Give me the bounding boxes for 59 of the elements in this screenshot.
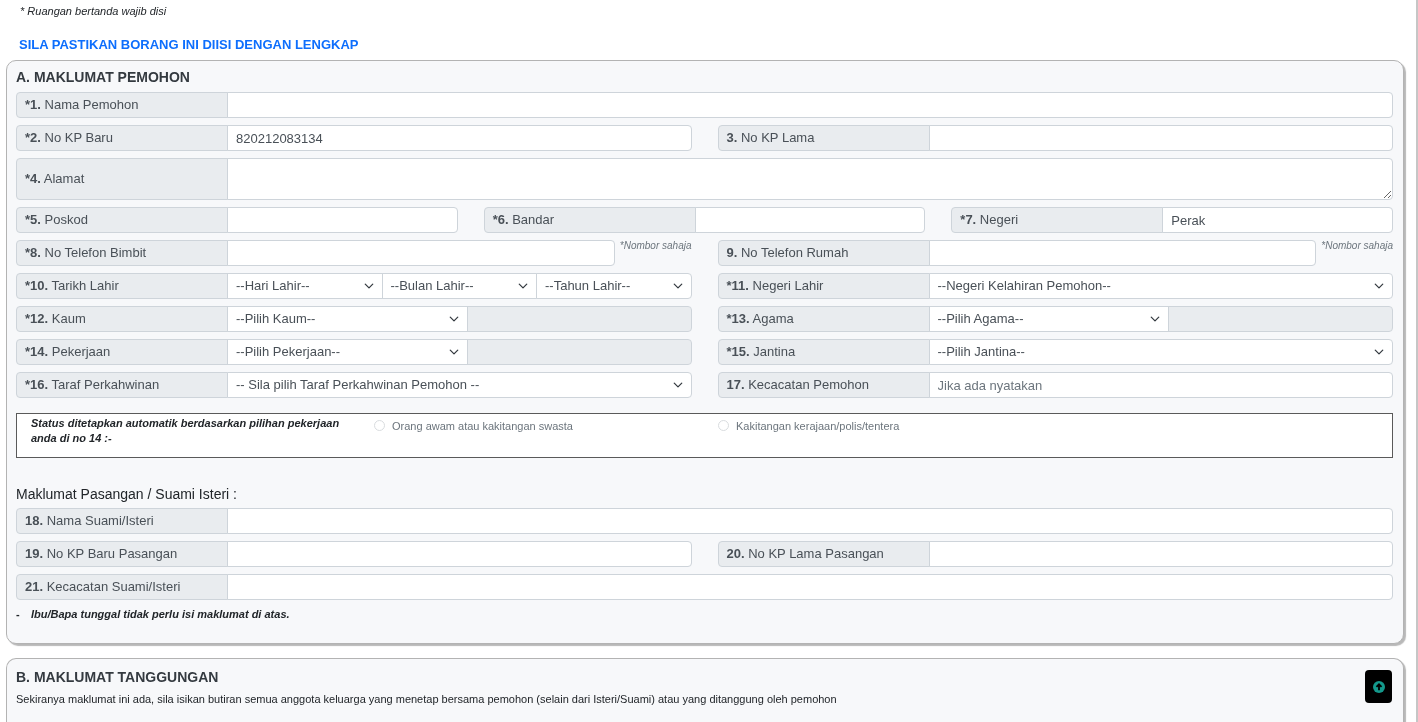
text-field[interactable]: [227, 240, 615, 266]
dropdown-field[interactable]: --Hari Lahir--: [227, 273, 383, 299]
scroll-to-top-button[interactable]: [1365, 670, 1392, 703]
field-label: *15. Jantina: [717, 339, 930, 365]
text-field[interactable]: [928, 541, 1393, 567]
field-label: 21. Kecacatan Suami/Isteri: [16, 574, 228, 600]
text-field[interactable]: [227, 508, 1393, 534]
dropdown-field[interactable]: --Negeri Kelahiran Pemohon--: [928, 273, 1393, 299]
dropdown-field[interactable]: -- Sila pilih Taraf Perkahwinan Pemohon --: [227, 372, 692, 398]
arrow-up-circle-icon: [1372, 680, 1385, 693]
dropdown-field[interactable]: --Pilih Pekerjaan--: [227, 339, 468, 365]
form-heading: SILA PASTIKAN BORANG INI DIISI DENGAN LENGKAP: [19, 37, 359, 53]
text-field[interactable]: [227, 541, 692, 567]
field-label: *10. Tarikh Lahir: [16, 273, 228, 299]
dropdown-field[interactable]: --Pilih Jantina--: [928, 339, 1393, 365]
field-label: *5. Poskod: [16, 207, 228, 233]
field-label: *16. Taraf Perkahwinan: [16, 372, 228, 398]
field-label: *6. Bandar: [483, 207, 696, 233]
hint-text: *Nombor sahaja: [619, 239, 692, 253]
text-field[interactable]: Perak: [1162, 207, 1393, 233]
text-field[interactable]: [227, 207, 458, 233]
field-label: *8. No Telefon Bimbit: [16, 240, 228, 266]
section-description: Sekiranya maklumat ini ada, sila isikan butiran semua anggota keluarga yang menetap bersama pemohon (selain dari Isteri/Suami) atau yang ditanggung oleh pemohon: [16, 692, 837, 706]
text-field[interactable]: [227, 574, 1393, 600]
section-title: B. MAKLUMAT TANGGUNGAN: [16, 668, 220, 686]
dropdown-field[interactable]: --Pilih Kaum--: [227, 306, 468, 332]
text-field[interactable]: [694, 207, 926, 233]
field-label: *13. Agama: [717, 306, 930, 332]
dropdown-field[interactable]: --Tahun Lahir--: [536, 273, 692, 299]
field-label: 18. Nama Suami/Isteri: [16, 508, 228, 534]
field-label: 9. No Telefon Rumah: [717, 240, 930, 266]
field-label: 17. Kecacatan Pemohon: [717, 372, 930, 398]
text-field[interactable]: Jika ada nyatakan: [928, 372, 1393, 398]
section-title: A. MAKLUMAT PEMOHON: [16, 68, 191, 86]
field-label: *7. Negeri: [951, 207, 1164, 233]
radio-label: Kakitangan kerajaan/polis/tentera: [736, 419, 900, 433]
hint-text: *Nombor sahaja: [1321, 239, 1393, 253]
field-label: 3. No KP Lama: [717, 125, 930, 151]
dropdown-field[interactable]: --Bulan Lahir--: [381, 273, 537, 299]
field-label: *1. Nama Pemohon: [16, 92, 228, 118]
field-label: 20. No KP Lama Pasangan: [717, 541, 930, 567]
field-label: *14. Pekerjaan: [16, 339, 228, 365]
status-text: Status ditetapkan automatik berdasarkan pilihan pekerjaan anda di no 14 :-: [30, 416, 341, 446]
text-field[interactable]: [928, 125, 1393, 151]
field-label: *4. Alamat: [16, 158, 228, 200]
text-area-field[interactable]: [227, 158, 1393, 200]
dropdown-field[interactable]: --Pilih Agama--: [928, 306, 1170, 332]
text-field[interactable]: [227, 92, 1393, 118]
field-label: *11. Negeri Lahir: [717, 273, 930, 299]
text-field[interactable]: 820212083134: [227, 125, 692, 151]
text-field[interactable]: [928, 240, 1317, 266]
field-label: *2. No KP Baru: [16, 125, 228, 151]
required-fields-note: * Ruangan bertanda wajib disi: [20, 4, 167, 18]
subsection-heading: Maklumat Pasangan / Suami Isteri :: [16, 485, 238, 504]
note-dash: -: [16, 607, 21, 621]
field-label: *12. Kaum: [16, 306, 228, 332]
note-text: Ibu/Bapa tunggal tidak perlu isi maklumat di atas.: [31, 607, 290, 621]
radio-label: Orang awam atau kakitangan swasta: [392, 419, 573, 433]
field-label: 19. No KP Baru Pasangan: [16, 541, 228, 567]
